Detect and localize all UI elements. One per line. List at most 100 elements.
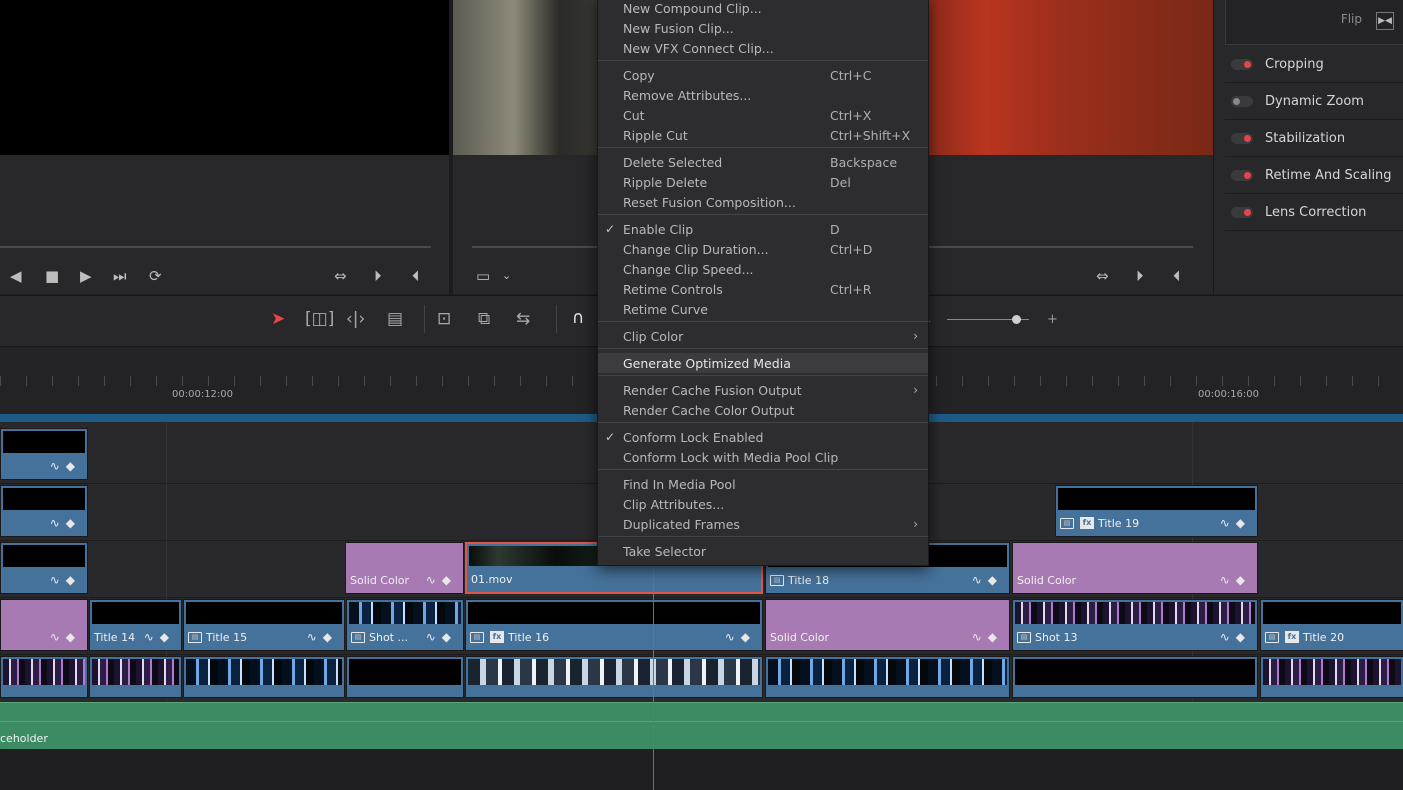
clip-keyframe-icon: ∿◆ <box>425 630 457 644</box>
mark-in-icon[interactable]: ⏵ <box>374 268 382 284</box>
menu-item-cut[interactable]: Cut Ctrl+X <box>598 105 928 125</box>
menu-item-change-clip-speed[interactable]: Change Clip Speed... <box>598 259 928 279</box>
clip-keyframe-icon: ∿◆ <box>49 516 81 530</box>
play-icon[interactable]: ▶ <box>80 268 92 284</box>
menu-item-take-selector[interactable]: Take Selector <box>598 541 928 561</box>
inspector-item-retime-scaling[interactable]: Retime And Scaling <box>1225 157 1403 194</box>
trim-edit-icon[interactable]: [◫] <box>305 309 334 329</box>
source-viewer-image[interactable] <box>0 0 449 155</box>
viewer-mode-icon[interactable]: ▭ <box>476 268 490 284</box>
timeline-clip[interactable] <box>1012 656 1258 698</box>
timeline-clip[interactable]: Solid Color ∿◆ <box>765 599 1010 651</box>
mark-out-icon[interactable]: ⏴ <box>412 268 420 284</box>
inspector-item-dynamic-zoom[interactable]: Dynamic Zoom <box>1225 83 1403 120</box>
menu-item-render-cache-color-output[interactable]: Render Cache Color Output <box>598 400 928 420</box>
prev-frame-icon[interactable]: ◀ <box>10 268 22 284</box>
inspector-item-cropping[interactable]: Cropping <box>1225 46 1403 83</box>
timeline-clip[interactable]: Solid Color ∿◆ <box>1012 542 1258 594</box>
chevron-down-icon[interactable]: ⌄ <box>502 268 511 284</box>
inspector-item-label: Cropping <box>1265 56 1324 72</box>
menu-item-retime-curve[interactable]: Retime Curve <box>598 299 928 319</box>
menu-item-ripple-delete[interactable]: Ripple Delete Del <box>598 172 928 192</box>
clip-keyframe-icon: ∿◆ <box>971 573 1003 587</box>
timeline-clip[interactable] <box>0 656 88 698</box>
source-scrub-bar[interactable] <box>0 246 431 248</box>
inspector-item-lens-correction[interactable]: Lens Correction <box>1225 194 1403 231</box>
menu-item-clip-attributes[interactable]: Clip Attributes... <box>598 494 928 514</box>
blade-icon[interactable]: ▤ <box>387 309 403 329</box>
timeline-clip[interactable] <box>765 656 1010 698</box>
menu-item-reset-fusion-composition[interactable]: Reset Fusion Composition... <box>598 192 928 212</box>
zoom-in-icon[interactable]: + <box>1047 312 1058 327</box>
overwrite-clip-icon[interactable]: ⧉ <box>478 309 490 329</box>
menu-separator <box>598 375 928 376</box>
menu-item-clip-color[interactable]: Clip Color › <box>598 326 928 346</box>
submenu-arrow-icon: › <box>913 329 918 343</box>
stop-icon[interactable]: ■ <box>45 268 59 284</box>
timeline-clip[interactable] <box>183 656 345 698</box>
timeline-clip[interactable]: ∿◆ <box>0 542 88 594</box>
mark-out-icon-2[interactable]: ⏴ <box>1173 268 1181 284</box>
timeline-clip[interactable] <box>89 656 182 698</box>
menu-item-find-in-media-pool[interactable]: Find In Media Pool <box>598 474 928 494</box>
clip-label: Title 14 <box>94 630 136 644</box>
menu-item-generate-optimized-media[interactable]: Generate Optimized Media <box>598 353 928 373</box>
toggle-icon[interactable] <box>1231 206 1253 218</box>
clip-label: Solid Color <box>1017 573 1077 587</box>
menu-item-new-compound-clip[interactable]: New Compound Clip... <box>598 0 928 18</box>
mark-in-icon-2[interactable]: ⏵ <box>1136 268 1144 284</box>
dynamic-trim-icon[interactable]: ‹|› <box>346 309 365 329</box>
menu-item-ripple-cut[interactable]: Ripple Cut Ctrl+Shift+X <box>598 125 928 145</box>
menu-item-conform-lock-media-pool[interactable]: Conform Lock with Media Pool Clip <box>598 447 928 467</box>
clip-type-icon: ▤ <box>1265 631 1279 643</box>
timeline-clip[interactable] <box>346 656 464 698</box>
clip-type-icon: ▤ <box>470 631 484 643</box>
menu-item-delete-selected[interactable]: Delete Selected Backspace <box>598 152 928 172</box>
timeline-clip[interactable]: ▤ fx Title 20 <box>1260 599 1403 651</box>
toggle-icon[interactable] <box>1231 95 1253 107</box>
clip-keyframe-icon: ∿◆ <box>425 573 457 587</box>
snapping-magnet-icon[interactable]: ∩ <box>572 308 584 328</box>
menu-item-conform-lock-enabled[interactable]: ✓ Conform Lock Enabled <box>598 427 928 447</box>
toggle-icon[interactable] <box>1231 132 1253 144</box>
timeline-clip[interactable]: Solid Color ∿◆ <box>345 542 464 594</box>
menu-separator <box>598 321 928 322</box>
clip-type-icon: ▤ <box>1017 631 1031 643</box>
insert-clip-icon[interactable]: ⊡ <box>437 309 451 329</box>
audio-clip[interactable]: ceholder <box>0 702 1403 749</box>
selection-arrow-icon[interactable]: ➤ <box>271 309 285 329</box>
replace-clip-icon[interactable]: ⇆ <box>516 309 530 329</box>
menu-item-enable-clip[interactable]: ✓ Enable Clip D <box>598 219 928 239</box>
menu-item-retime-controls[interactable]: Retime Controls Ctrl+R <box>598 279 928 299</box>
menu-item-remove-attributes[interactable]: Remove Attributes... <box>598 85 928 105</box>
timeline-clip[interactable] <box>465 656 763 698</box>
toggle-icon[interactable] <box>1231 169 1253 181</box>
next-frame-icon[interactable]: ⏭ <box>113 268 127 284</box>
menu-item-render-cache-fusion-output[interactable]: Render Cache Fusion Output › <box>598 380 928 400</box>
timeline-clip[interactable]: ▤ Shot ... ∿◆ <box>346 599 464 651</box>
menu-item-change-clip-duration[interactable]: Change Clip Duration... Ctrl+D <box>598 239 928 259</box>
timeline-clip[interactable]: ∿◆ <box>0 599 88 651</box>
menu-item-new-fusion-clip[interactable]: New Fusion Clip... <box>598 18 928 38</box>
timeline-clip[interactable] <box>1260 656 1403 698</box>
menu-item-new-vfx-connect-clip[interactable]: New VFX Connect Clip... <box>598 38 928 58</box>
playhead[interactable] <box>653 568 654 790</box>
timeline-clip[interactable]: ▤ Title 15 ∿◆ <box>183 599 345 651</box>
timeline-clip[interactable]: ▤ fx Title 16 ∿◆ <box>465 599 763 651</box>
menu-item-duplicated-frames[interactable]: Duplicated Frames › <box>598 514 928 534</box>
timeline-clip[interactable]: ∿◆ <box>0 485 88 537</box>
timeline-clip[interactable]: ∿◆ <box>0 428 88 480</box>
clip-type-icon: ▤ <box>188 631 202 643</box>
match-frame-icon-2[interactable]: ⇔ <box>1096 268 1109 284</box>
inspector-item-stabilization[interactable]: Stabilization <box>1225 120 1403 157</box>
flip-horizontal-icon[interactable]: ▶◀ <box>1376 12 1394 30</box>
menu-item-copy[interactable]: Copy Ctrl+C <box>598 65 928 85</box>
clip-keyframe-icon: ∿◆ <box>49 630 81 644</box>
loop-icon[interactable]: ⟳ <box>149 268 162 284</box>
timeline-clip[interactable]: ▤ fx Title 19 ∿◆ <box>1055 485 1258 537</box>
timeline-clip[interactable]: Title 14 ∿◆ <box>89 599 182 651</box>
match-frame-icon[interactable]: ⇔ <box>334 268 347 284</box>
timeline-clip[interactable]: ▤ Shot 13 ∿◆ <box>1012 599 1258 651</box>
zoom-slider-handle[interactable] <box>1012 315 1021 324</box>
toggle-icon[interactable] <box>1231 58 1253 70</box>
